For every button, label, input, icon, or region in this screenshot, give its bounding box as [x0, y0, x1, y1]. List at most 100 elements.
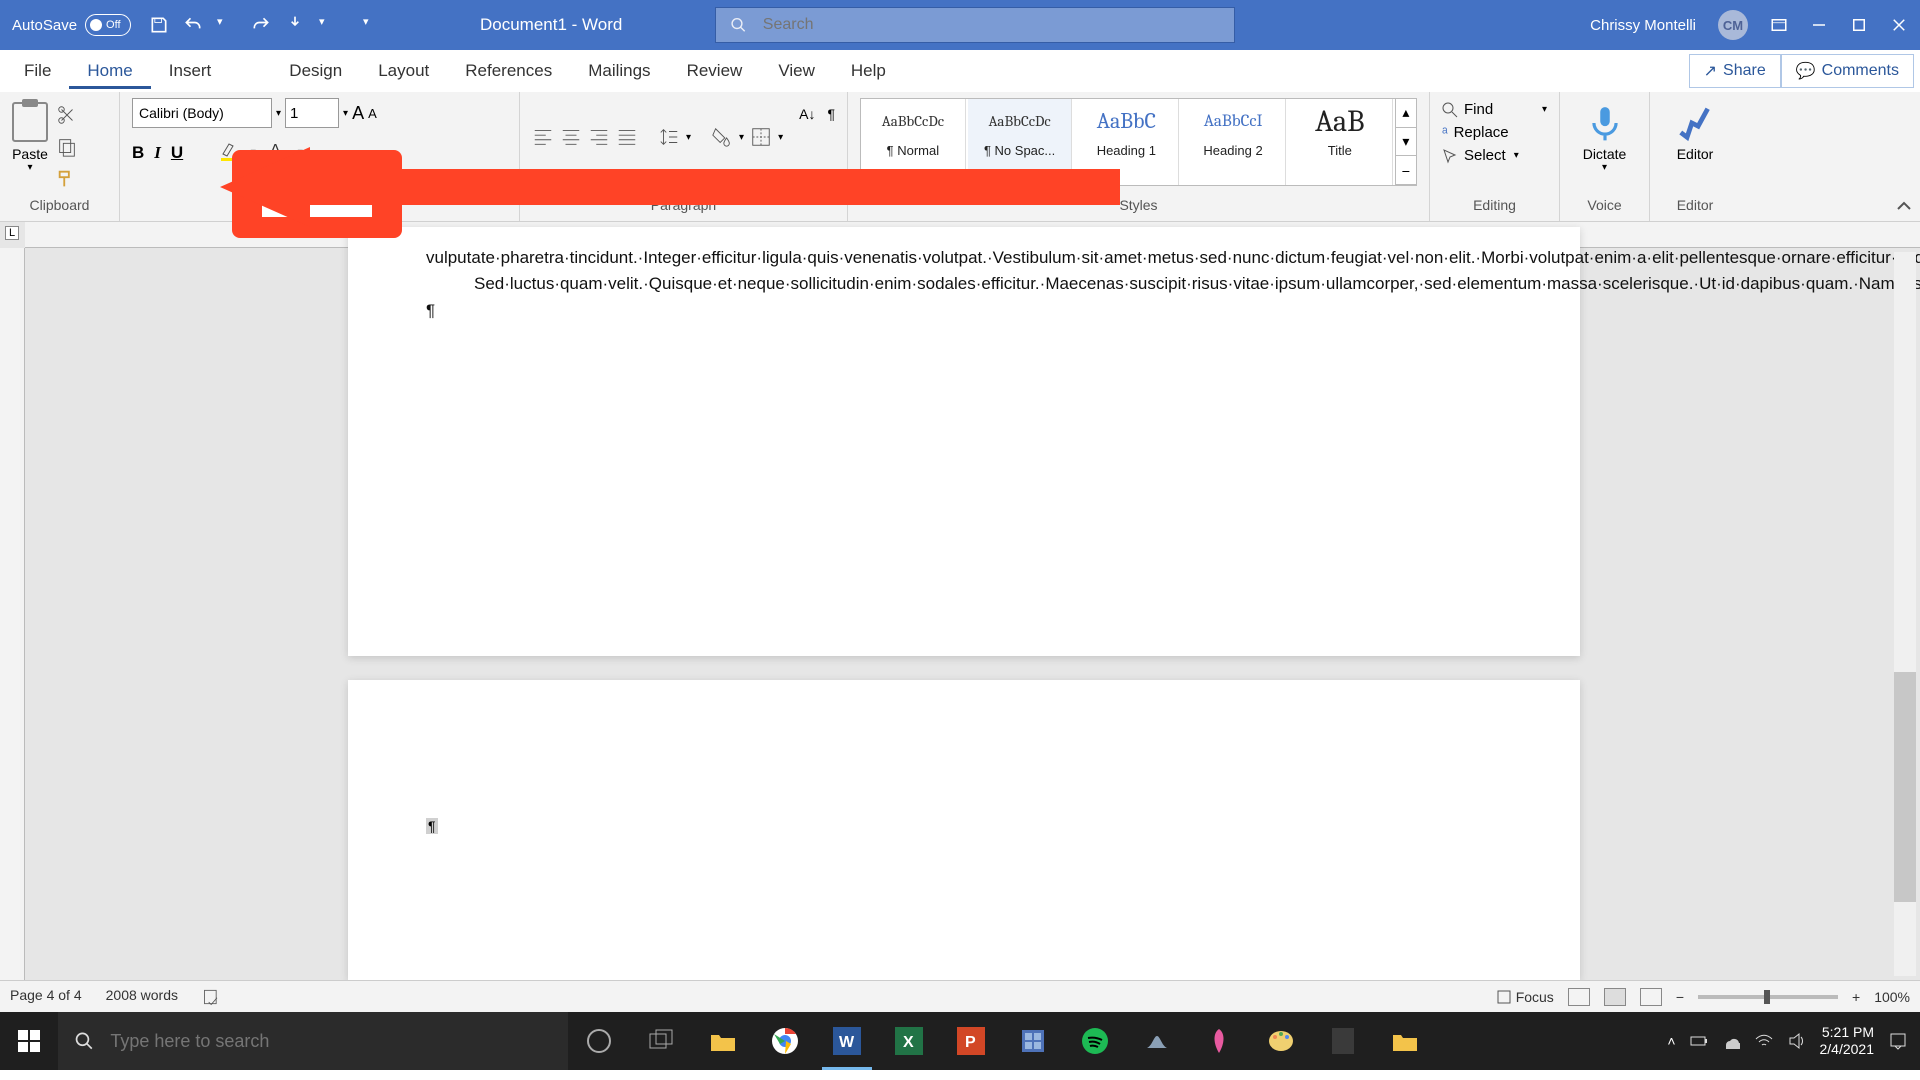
web-layout-icon[interactable] — [1640, 988, 1662, 1006]
page-5[interactable]: ¶ — [348, 680, 1580, 980]
style-heading2[interactable]: AaBbCcIHeading 2 — [1181, 99, 1286, 185]
line-spacing-icon[interactable] — [658, 126, 680, 148]
spotify-icon[interactable] — [1064, 1012, 1126, 1070]
taskbar-search-input[interactable] — [110, 1031, 552, 1052]
spacing-dropdown-icon[interactable]: ▾ — [686, 132, 691, 143]
justify-icon[interactable] — [616, 126, 638, 148]
file-explorer-2-icon[interactable] — [1374, 1012, 1436, 1070]
tab-home[interactable]: Home — [69, 53, 150, 89]
onedrive-icon[interactable] — [1722, 1033, 1740, 1049]
taskbar-clock[interactable]: 5:21 PM 2/4/2021 — [1820, 1024, 1875, 1058]
tab-layout[interactable]: Layout — [360, 53, 447, 89]
focus-mode-button[interactable]: Focus — [1496, 989, 1554, 1005]
comments-button[interactable]: 💬Comments — [1781, 54, 1914, 88]
tab-review[interactable]: Review — [669, 53, 761, 89]
spellcheck-icon[interactable] — [202, 987, 222, 1007]
font-name-input[interactable] — [132, 98, 272, 128]
volume-icon[interactable] — [1788, 1032, 1806, 1050]
calculator-icon[interactable] — [1002, 1012, 1064, 1070]
tab-selector[interactable]: L — [5, 226, 19, 240]
font-size-dropdown-icon[interactable]: ▾ — [343, 108, 348, 119]
borders-dropdown-icon[interactable]: ▾ — [778, 132, 783, 143]
style-title[interactable]: AaBTitle — [1288, 99, 1393, 185]
select-button[interactable]: Select▾ — [1442, 144, 1547, 167]
user-name[interactable]: Chrissy Montelli — [1590, 17, 1696, 34]
read-mode-icon[interactable] — [1568, 988, 1590, 1006]
touch-mode-icon[interactable] — [285, 15, 305, 35]
app-icon-2[interactable] — [1188, 1012, 1250, 1070]
bold-button[interactable]: B — [132, 143, 144, 163]
shrink-font-icon[interactable]: A — [368, 106, 377, 121]
file-explorer-icon[interactable] — [692, 1012, 754, 1070]
styles-expand-icon[interactable]: ⎯ — [1396, 156, 1416, 185]
dictate-icon[interactable] — [1586, 104, 1624, 142]
show-marks-icon[interactable]: ¶ — [827, 106, 835, 122]
word-icon[interactable]: W — [816, 1012, 878, 1070]
align-left-icon[interactable] — [532, 126, 554, 148]
autosave-toggle[interactable]: Off — [85, 14, 131, 36]
editor-label[interactable]: Editor — [1662, 146, 1728, 162]
collapse-ribbon-icon[interactable] — [1896, 199, 1912, 215]
excel-icon[interactable]: X — [878, 1012, 940, 1070]
wifi-icon[interactable] — [1754, 1033, 1774, 1049]
align-center-icon[interactable] — [560, 126, 582, 148]
qat-more-icon[interactable]: ▾ — [319, 15, 339, 35]
underline-button[interactable]: U — [171, 143, 183, 163]
word-count[interactable]: 2008 words — [106, 987, 178, 1007]
vertical-ruler[interactable] — [0, 248, 25, 980]
minimize-icon[interactable] — [1810, 16, 1828, 34]
page-count[interactable]: Page 4 of 4 — [10, 987, 82, 1007]
undo-more-icon[interactable]: ▾ — [217, 15, 237, 35]
tab-design[interactable]: Design — [229, 53, 360, 89]
tab-mailings[interactable]: Mailings — [570, 53, 668, 89]
app-icon-3[interactable] — [1312, 1012, 1374, 1070]
shading-icon[interactable] — [711, 126, 733, 148]
paint-icon[interactable] — [1250, 1012, 1312, 1070]
tab-file[interactable]: File — [6, 53, 69, 89]
italic-button[interactable]: I — [154, 143, 161, 163]
tab-view[interactable]: View — [760, 53, 833, 89]
search-box[interactable] — [715, 7, 1235, 43]
print-layout-icon[interactable] — [1604, 988, 1626, 1006]
ribbon-display-icon[interactable] — [1770, 16, 1788, 34]
cortana-icon[interactable] — [568, 1012, 630, 1070]
tray-expand-icon[interactable]: ˄ — [1667, 1033, 1675, 1049]
chrome-icon[interactable] — [754, 1012, 816, 1070]
borders-icon[interactable] — [750, 126, 772, 148]
grow-font-icon[interactable]: A — [352, 103, 364, 124]
dictate-label[interactable]: Dictate — [1572, 146, 1637, 162]
taskbar-search[interactable] — [58, 1012, 568, 1070]
user-avatar[interactable]: CM — [1718, 10, 1748, 40]
tab-help[interactable]: Help — [833, 53, 904, 89]
vertical-scrollbar[interactable] — [1894, 252, 1916, 976]
scrollbar-thumb[interactable] — [1894, 672, 1916, 902]
tab-insert[interactable]: Insert — [151, 53, 230, 89]
font-size-input[interactable] — [285, 98, 339, 128]
app-icon-1[interactable] — [1126, 1012, 1188, 1070]
zoom-thumb[interactable] — [1764, 990, 1770, 1004]
shading-dropdown-icon[interactable]: ▾ — [739, 132, 744, 143]
zoom-level[interactable]: 100% — [1874, 989, 1910, 1005]
start-button[interactable] — [0, 1012, 58, 1070]
battery-icon[interactable] — [1690, 1032, 1708, 1050]
undo-icon[interactable] — [183, 15, 203, 35]
redo-icon[interactable] — [251, 15, 271, 35]
styles-scroll-down-icon[interactable]: ▾ — [1396, 128, 1416, 157]
autosave-control[interactable]: AutoSave Off — [12, 14, 131, 36]
replace-button[interactable]: ᵃReplace — [1442, 121, 1547, 144]
close-icon[interactable] — [1890, 16, 1908, 34]
editor-icon[interactable] — [1676, 104, 1714, 142]
font-name-dropdown-icon[interactable]: ▾ — [276, 108, 281, 119]
save-icon[interactable] — [149, 15, 169, 35]
zoom-slider[interactable] — [1698, 995, 1838, 999]
search-input[interactable] — [763, 16, 1220, 34]
notifications-icon[interactable] — [1888, 1031, 1908, 1051]
copy-icon[interactable] — [56, 136, 78, 158]
tab-references[interactable]: References — [447, 53, 570, 89]
task-view-icon[interactable] — [630, 1012, 692, 1070]
powerpoint-icon[interactable]: P — [940, 1012, 1002, 1070]
page-4[interactable]: vulputate·pharetra·tincidunt.·Integer·ef… — [348, 227, 1580, 656]
zoom-in-button[interactable]: + — [1852, 989, 1860, 1005]
share-button[interactable]: ↗Share — [1689, 54, 1781, 88]
format-painter-icon[interactable] — [56, 168, 78, 190]
